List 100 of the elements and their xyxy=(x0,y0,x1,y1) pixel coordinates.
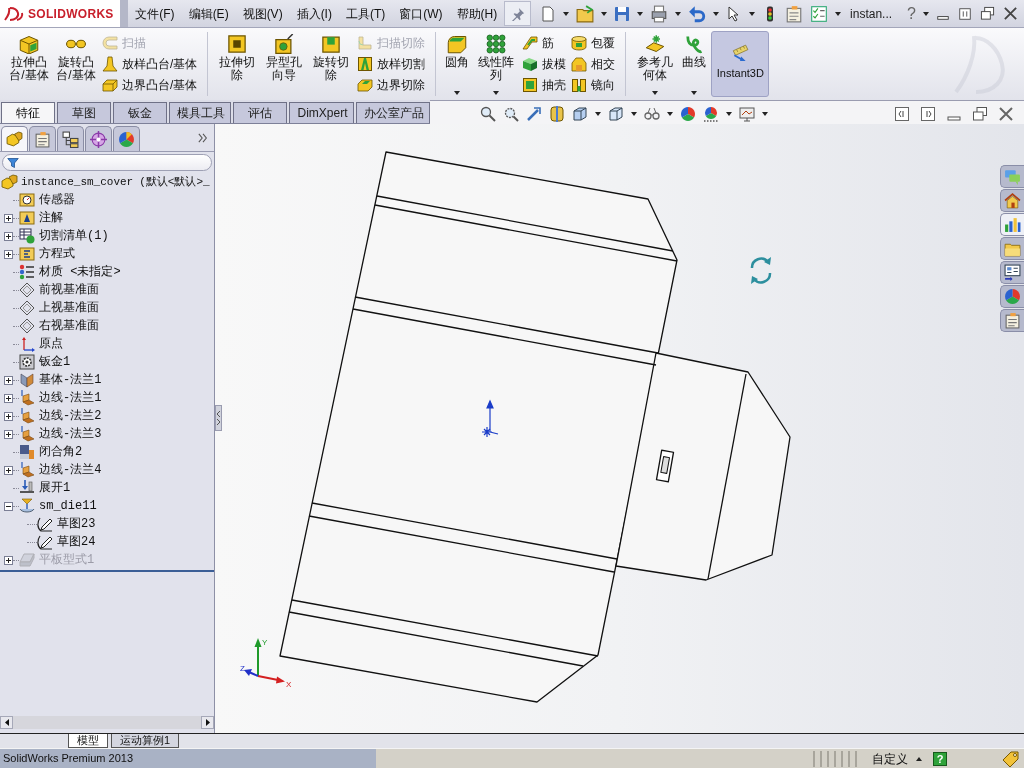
command-button[interactable]: 边界切除 xyxy=(355,74,428,95)
menu-item[interactable]: 帮助(H) xyxy=(449,2,505,25)
tree-item[interactable]: 前视基准面 xyxy=(39,282,99,298)
caret-icon[interactable] xyxy=(601,11,608,16)
tree-item[interactable]: 边线-法兰2 xyxy=(39,408,102,424)
tree-item[interactable]: 右视基准面 xyxy=(39,318,99,334)
collapse-toggle-icon[interactable] xyxy=(4,501,13,511)
tree-item[interactable]: 闭合角2 xyxy=(39,444,83,460)
command-tab[interactable]: 钣金 xyxy=(113,102,167,123)
restore-icon[interactable] xyxy=(972,106,988,122)
split-cylinder-icon[interactable] xyxy=(549,106,565,122)
tree-item[interactable]: 注解 xyxy=(39,210,63,226)
save-icon[interactable] xyxy=(614,5,631,22)
caret-icon[interactable] xyxy=(675,11,682,16)
manager-tab[interactable] xyxy=(57,126,84,151)
caret-icon[interactable] xyxy=(762,112,768,116)
command-button[interactable]: 边界凸台/基体 xyxy=(100,74,200,95)
manager-tab[interactable] xyxy=(85,126,112,151)
tree-item[interactable]: 草图24 xyxy=(57,534,96,550)
command-button[interactable]: 线性阵列 xyxy=(473,32,520,96)
command-button[interactable]: 镜向 xyxy=(569,74,618,95)
caret-icon[interactable] xyxy=(563,11,570,16)
caret-icon[interactable] xyxy=(595,112,601,116)
magnifier-icon[interactable] xyxy=(480,106,496,122)
command-button[interactable]: 异型孔向导 xyxy=(261,32,308,96)
expand-toggle-icon[interactable] xyxy=(4,465,13,475)
tree-item[interactable]: 草图23 xyxy=(57,516,96,532)
expand-toggle-icon[interactable] xyxy=(4,249,13,259)
menu-item[interactable]: 工具(T) xyxy=(338,2,393,25)
command-button[interactable]: 参考几何体 xyxy=(632,32,679,96)
menu-item[interactable]: 编辑(E) xyxy=(181,2,236,25)
scroll-left-button[interactable] xyxy=(0,716,13,729)
task-pane-tab[interactable] xyxy=(1000,261,1024,284)
tree-item[interactable]: 传感器 xyxy=(39,192,75,208)
command-button[interactable]: 筋 xyxy=(520,33,569,54)
help-button[interactable]: ? xyxy=(907,5,916,22)
printer-icon[interactable] xyxy=(650,4,669,23)
command-button[interactable]: 圆角 xyxy=(442,32,473,96)
scroll-right-button[interactable] xyxy=(201,716,214,729)
tag-icon[interactable] xyxy=(1002,750,1020,767)
command-button[interactable]: 旋转凸台/基体 xyxy=(53,32,99,96)
blank-page-icon[interactable] xyxy=(540,5,557,22)
folder-icon[interactable] xyxy=(576,4,595,23)
tree-item[interactable]: 基体-法兰1 xyxy=(39,372,102,388)
expand-toggle-icon[interactable] xyxy=(4,375,13,385)
tree-item[interactable]: 材质 <未指定> xyxy=(39,264,121,280)
tree-item[interactable]: 方程式 xyxy=(39,246,75,262)
expand-toggle-icon[interactable] xyxy=(4,231,13,241)
menu-item[interactable]: 文件(F) xyxy=(128,2,182,25)
command-button[interactable]: 拉伸凸台/基体 xyxy=(6,32,52,96)
tree-item[interactable]: sm_die11 xyxy=(39,498,97,514)
expand-toggle-icon[interactable] xyxy=(4,393,13,403)
close-icon[interactable] xyxy=(1003,6,1018,21)
tree-root[interactable]: instance_sm_cover xyxy=(21,173,134,191)
caret-icon[interactable] xyxy=(726,112,732,116)
undo-icon[interactable] xyxy=(688,4,707,23)
command-button[interactable]: 旋转切除 xyxy=(308,32,355,96)
window-tile-icon[interactable] xyxy=(958,6,972,21)
tree-item[interactable]: 展开1 xyxy=(39,480,71,496)
tree-item[interactable]: 边线-法兰3 xyxy=(39,426,102,442)
instant3d-button[interactable]: Instant3D xyxy=(711,31,770,97)
tree-item[interactable]: 上视基准面 xyxy=(39,300,99,316)
task-pane-tab[interactable] xyxy=(1000,189,1024,212)
command-tab[interactable]: 草图 xyxy=(57,102,111,123)
document-tab[interactable]: 模型 xyxy=(68,734,108,748)
pointer-arrow-icon[interactable] xyxy=(526,106,542,122)
tree-item[interactable]: 边线-法兰1 xyxy=(39,390,102,406)
units-button[interactable]: 自定义 xyxy=(872,749,928,768)
task-pane-tab[interactable] xyxy=(1000,309,1024,332)
command-button[interactable]: 放样切割 xyxy=(355,53,428,75)
monitor-icon[interactable] xyxy=(739,106,755,122)
caret-icon[interactable] xyxy=(835,11,842,16)
expand-toggle-icon[interactable] xyxy=(4,411,13,421)
command-tab[interactable]: DimXpert xyxy=(289,102,354,123)
magnifier-icon[interactable] xyxy=(503,106,519,122)
cube-icon[interactable] xyxy=(572,106,588,122)
command-tab[interactable]: 模具工具 xyxy=(169,102,232,123)
tile-left-icon[interactable] xyxy=(894,106,910,122)
command-tab[interactable]: 评估 xyxy=(233,102,288,123)
command-button[interactable]: 包覆 xyxy=(569,33,618,54)
pin-button[interactable] xyxy=(504,1,532,26)
caret-icon[interactable] xyxy=(493,91,500,95)
command-button[interactable]: 放样凸台/基体 xyxy=(100,53,200,75)
tile-right-icon[interactable] xyxy=(920,106,936,122)
manager-tab[interactable] xyxy=(1,126,28,151)
caret-icon[interactable] xyxy=(713,11,720,16)
command-button[interactable]: 相交 xyxy=(569,53,618,75)
checklist-icon[interactable] xyxy=(810,4,829,23)
expand-toggle-icon[interactable] xyxy=(4,213,13,223)
tree-item[interactable]: 边线-法兰4 xyxy=(39,462,102,478)
tree-item[interactable]: 钣金1 xyxy=(39,354,71,370)
clipboard-icon[interactable] xyxy=(785,4,804,23)
tree-item[interactable]: 切割清单(1) xyxy=(39,228,109,244)
caret-icon[interactable] xyxy=(652,91,659,95)
manager-tab[interactable] xyxy=(29,126,56,151)
caret-icon[interactable] xyxy=(923,11,929,16)
command-tab[interactable]: 特征 xyxy=(1,102,55,123)
caret-icon[interactable] xyxy=(637,11,644,16)
document-tab[interactable]: 运动算例1 xyxy=(111,734,180,748)
restore-icon[interactable] xyxy=(980,6,995,21)
